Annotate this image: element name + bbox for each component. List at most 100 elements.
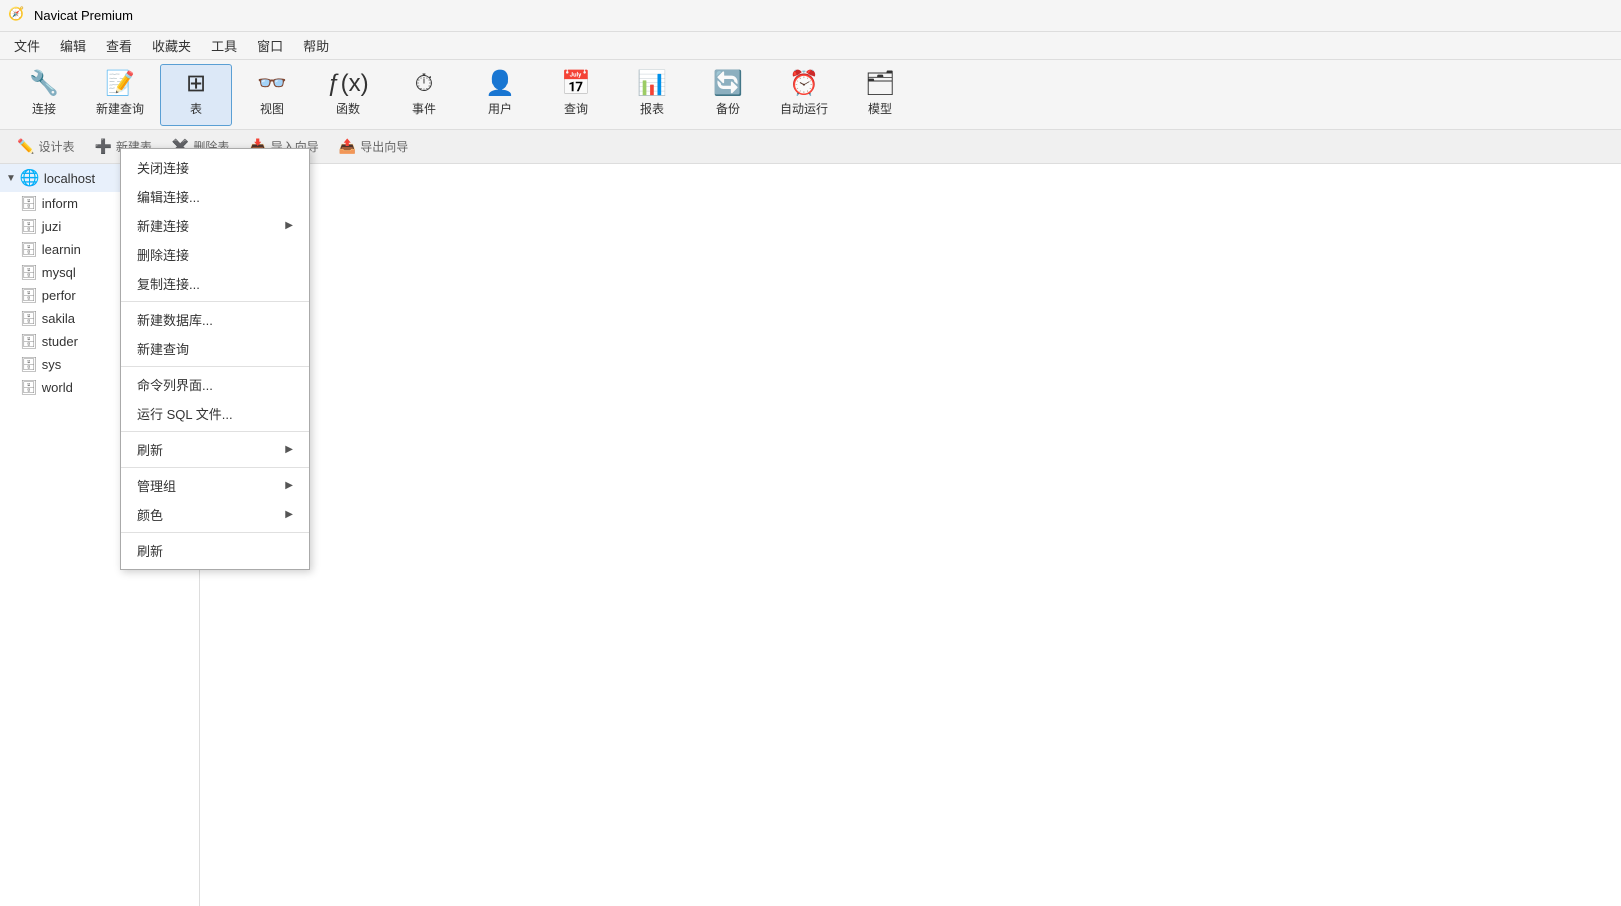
sidebar-db-label-inform: inform [42, 196, 78, 211]
database-icon: 🗄 [20, 310, 38, 327]
ctx-label-copy-conn: 复制连接... [137, 274, 200, 293]
context-menu-item-new-database[interactable]: 新建数据库... [121, 305, 309, 334]
chevron-down-icon: ▼ [6, 173, 16, 184]
toolbar-btn-label-table: 表 [190, 100, 202, 117]
context-menu-item-refresh2[interactable]: 刷新 [121, 536, 309, 565]
context-menu-item-copy-conn[interactable]: 复制连接... [121, 269, 309, 298]
toolbar-btn-view[interactable]: 👓 视图 [236, 64, 308, 126]
toolbar-btn-label-new-query: 新建查询 [96, 100, 144, 117]
submenu-arrow-icon: ▶ [285, 509, 293, 520]
database-icon: 🗄 [20, 218, 38, 235]
ctx-label-close-conn: 关闭连接 [137, 158, 189, 177]
menubar-item-编辑[interactable]: 编辑 [50, 32, 96, 59]
toolbar-btn-event[interactable]: ⏱ 事件 [388, 64, 460, 126]
context-menu-item-edit-conn[interactable]: 编辑连接... [121, 182, 309, 211]
export-wizard-subtoolbar-icon: 📤 [339, 138, 356, 155]
toolbar-btn-label-event: 事件 [412, 100, 436, 117]
sidebar-db-label-world: world [42, 380, 73, 395]
submenu-arrow-icon: ▶ [285, 444, 293, 455]
model-icon: 🗂 [865, 72, 895, 96]
report-icon: 📊 [637, 72, 667, 96]
database-icon: 🗄 [20, 195, 38, 212]
toolbar-btn-label-query: 查询 [564, 100, 588, 117]
context-menu-item-color[interactable]: 颜色 ▶ [121, 500, 309, 529]
ctx-label-edit-conn: 编辑连接... [137, 187, 200, 206]
app-icon: 🧭 [8, 6, 28, 26]
toolbar-btn-table[interactable]: ⊞表 [160, 64, 232, 126]
sidebar-db-label-student: studer [42, 334, 78, 349]
menubar-item-工具[interactable]: 工具 [201, 32, 247, 59]
menubar: 文件编辑查看收藏夹工具窗口帮助 [0, 32, 1621, 60]
toolbar-btn-query[interactable]: 📅查询 [540, 64, 612, 126]
view-icon: 👓 [257, 72, 287, 96]
ctx-label-color: 颜色 [137, 505, 163, 524]
connect-icon: 🔧 [29, 72, 59, 96]
toolbar-btn-label-view: 视图 [260, 100, 284, 117]
context-menu-item-delete-conn[interactable]: 删除连接 [121, 240, 309, 269]
ctx-label-new-database: 新建数据库... [137, 310, 213, 329]
context-menu-item-new-query-ctx[interactable]: 新建查询 [121, 334, 309, 363]
autorun-icon: ⏰ [789, 72, 819, 96]
content-area [200, 164, 1621, 906]
ctx-label-refresh2: 刷新 [137, 541, 163, 560]
toolbar: 🔧连接📝新建查询⊞表👓视图ƒ(x)函数⏱事件👤用户📅查询📊报表🔄备份⏰自动运行🗂… [0, 60, 1621, 130]
context-menu-item-command-line[interactable]: 命令列界面... [121, 370, 309, 399]
user-icon: 👤 [485, 72, 515, 96]
menubar-item-查看[interactable]: 查看 [96, 32, 142, 59]
toolbar-btn-backup[interactable]: 🔄备份 [692, 64, 764, 126]
titlebar: 🧭 Navicat Premium [0, 0, 1621, 32]
toolbar-btn-model[interactable]: 🗂 模型 [844, 64, 916, 126]
toolbar-btn-user[interactable]: 👤 用户 [464, 64, 536, 126]
ctx-label-new-query-ctx: 新建查询 [137, 339, 189, 358]
design-table-subtoolbar-icon: ✏️ [17, 138, 34, 155]
sidebar-db-label-sakila: sakila [42, 311, 75, 326]
menubar-item-收藏夹[interactable]: 收藏夹 [142, 32, 201, 59]
backup-icon: 🔄 [713, 72, 743, 96]
context-menu-item-close-conn[interactable]: 关闭连接 [121, 153, 309, 182]
menubar-item-帮助[interactable]: 帮助 [293, 32, 339, 59]
context-menu-item-run-sql[interactable]: 运行 SQL 文件... [121, 399, 309, 428]
database-icon: 🗄 [20, 264, 38, 281]
ctx-label-delete-conn: 删除连接 [137, 245, 189, 264]
toolbar-btn-connect[interactable]: 🔧 连接 [8, 64, 80, 126]
menubar-item-窗口[interactable]: 窗口 [247, 32, 293, 59]
context-menu-separator [121, 532, 309, 533]
toolbar-btn-autorun[interactable]: ⏰自动运行 [768, 64, 840, 126]
submenu-arrow-icon: ▶ [285, 480, 293, 491]
toolbar-btn-label-model: 模型 [868, 100, 892, 117]
new-table-subtoolbar-icon: ➕ [94, 138, 111, 155]
toolbar-btn-function[interactable]: ƒ(x) 函数 [312, 64, 384, 126]
context-menu: 关闭连接编辑连接... 新建连接▶ 删除连接复制连接... 新建数据库... 新建查询命… [120, 148, 310, 570]
toolbar-btn-report[interactable]: 📊 报表 [616, 64, 688, 126]
ctx-label-refresh: 刷新 [137, 440, 163, 459]
ctx-label-command-line: 命令列界面... [137, 375, 213, 394]
subtoolbar-btn-design-table[interactable]: ✏️设计表 [8, 134, 83, 159]
connection-label: localhost [44, 171, 95, 186]
toolbar-btn-label-connect: 连接 [32, 100, 56, 117]
sidebar-db-label-perfor: perfor [42, 288, 76, 303]
context-menu-separator [121, 467, 309, 468]
ctx-label-run-sql: 运行 SQL 文件... [137, 404, 233, 423]
ctx-label-manage-group: 管理组 [137, 476, 176, 495]
sidebar-db-label-learning: learnin [42, 242, 81, 257]
toolbar-btn-label-report: 报表 [640, 100, 664, 117]
function-icon: ƒ(x) [327, 72, 368, 96]
sidebar-db-label-sys: sys [42, 357, 62, 372]
toolbar-btn-label-function: 函数 [336, 100, 360, 117]
database-icon: 🗄 [20, 333, 38, 350]
context-menu-separator [121, 431, 309, 432]
menubar-item-文件[interactable]: 文件 [4, 32, 50, 59]
subtoolbar-label-export-wizard: 导出向导 [360, 138, 408, 155]
context-menu-separator [121, 301, 309, 302]
new-query-icon: 📝 [105, 72, 135, 96]
sidebar-db-label-mysql: mysql [42, 265, 76, 280]
context-menu-separator [121, 366, 309, 367]
toolbar-btn-new-query[interactable]: 📝 新建查询 [84, 64, 156, 126]
database-icon: 🗄 [20, 356, 38, 373]
context-menu-item-refresh[interactable]: 刷新 ▶ [121, 435, 309, 464]
event-icon: ⏱ [415, 72, 434, 96]
toolbar-btn-label-user: 用户 [488, 100, 512, 117]
context-menu-item-new-conn[interactable]: 新建连接▶ [121, 211, 309, 240]
subtoolbar-btn-export-wizard[interactable]: 📤导出向导 [330, 134, 417, 159]
context-menu-item-manage-group[interactable]: 管理组 ▶ [121, 471, 309, 500]
